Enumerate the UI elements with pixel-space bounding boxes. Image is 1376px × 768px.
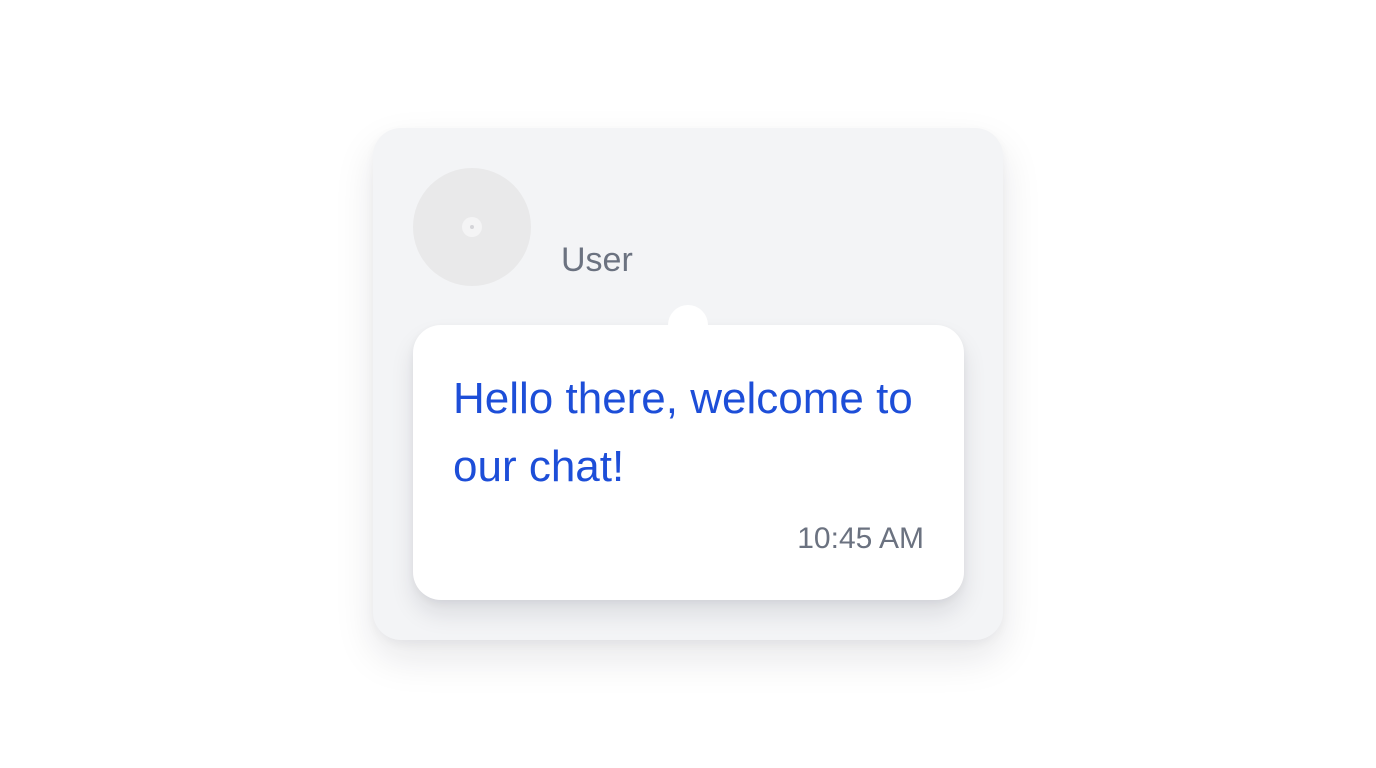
bubble-tail	[668, 305, 708, 345]
user-name: User	[561, 241, 633, 279]
avatar[interactable]	[413, 168, 531, 286]
message-text: Hello there, welcome to our chat!	[453, 374, 913, 491]
message-bubble: Hello there, welcome to our chat! 10:45 …	[413, 305, 964, 600]
user-avatar-icon	[462, 217, 482, 237]
chat-card: User Hello there, welcome to our chat! 1…	[373, 128, 1003, 640]
message-timestamp: 10:45 AM	[797, 522, 924, 555]
